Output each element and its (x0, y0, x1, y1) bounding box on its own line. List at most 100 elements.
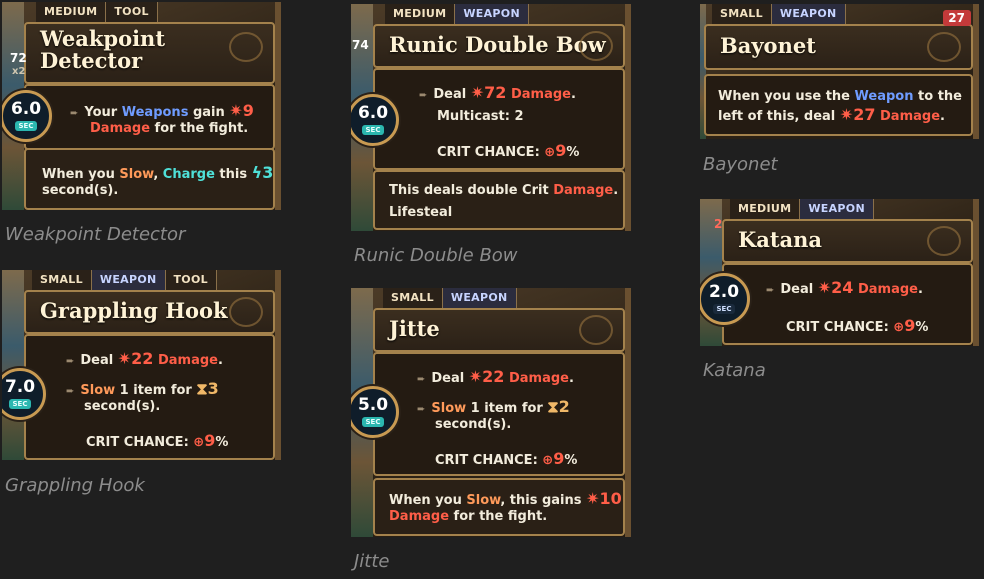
card-edge-art (625, 4, 631, 231)
damage-burst-icon: ✷ (468, 367, 483, 386)
ability-line: ➨ Your Weapons gain ✷9 (70, 101, 254, 120)
keyword-slow: Slow (80, 383, 116, 398)
side-multiplier: x2 (12, 66, 26, 77)
cooldown-value: 6.0 (10, 99, 42, 119)
ability-box: ➨ Deal ✷22 Damage. ➨ Slow 1 item for ⧗3 se… (24, 334, 275, 460)
ability-line: ➨ Slow 1 item for ⧗2 (417, 397, 570, 416)
cooldown-value: 7.0 (4, 377, 36, 397)
card-edge-art (275, 270, 281, 460)
card-weakpoint-detector[interactable]: 72 x2 MEDIUM TOOL Weakpoint Detector 6.0… (2, 2, 281, 210)
keyword-slow: Slow (431, 401, 467, 416)
card-edge-art (973, 199, 979, 346)
card-katana[interactable]: 2 MEDIUM WEAPON Katana 2.0 SEC ➨ Deal ✷24… (700, 199, 979, 346)
crit-target-icon: ⊕ (893, 320, 905, 335)
ability-box: ➨ Deal ✷22 Damage. ➨ Slow 1 item for ⧗2 se… (373, 352, 625, 476)
keyword-damage: Damage (857, 282, 918, 297)
crit-chance: CRIT CHANCE: ⊕9% (437, 141, 580, 160)
title-box: Katana (722, 219, 973, 263)
charge-value: 3 (262, 163, 274, 182)
arrow-bullet-icon: ➨ (66, 386, 75, 397)
card-edge-art (973, 4, 979, 139)
footer-line: When you Slow, this gains ✷10 (389, 489, 622, 508)
keyword-damage: Damage (508, 371, 569, 386)
keyword-slow: Slow (119, 167, 154, 182)
slow-hourglass-icon: ⧗ (547, 397, 559, 416)
ability-box: ➨ Deal ✷72 Damage. Multicast: 2 CRIT CHAN… (373, 68, 625, 170)
ability-line: left of this, deal ✷27 Damage. (718, 105, 945, 124)
tag-size: SMALL (32, 270, 92, 290)
caption-grappling: Grappling Hook (5, 475, 145, 496)
crit-chance: CRIT CHANCE: ⊕9% (786, 316, 929, 335)
tag-list: MEDIUM WEAPON (385, 4, 529, 24)
arrow-bullet-icon: ➨ (66, 356, 75, 367)
damage-burst-icon: ✷ (586, 489, 600, 508)
ability-line: second(s). (84, 399, 161, 414)
card-jitte[interactable]: SMALL WEAPON Jitte 5.0 SEC ➨ Deal ✷22 Dam… (351, 288, 631, 537)
title-box: Jitte (373, 308, 625, 352)
tag-size: MEDIUM (36, 2, 107, 22)
tag-list: MEDIUM WEAPON (730, 199, 874, 219)
title-box: Bayonet (704, 24, 973, 70)
tag-type: TOOL (106, 2, 158, 22)
caption-runic: Runic Double Bow (354, 245, 518, 266)
card-title: Grappling Hook (40, 298, 228, 323)
title-box: Runic Double Bow (373, 24, 625, 68)
ability-box: ➨ Deal ✷24 Damage. CRIT CHANCE: ⊕9% (722, 263, 973, 345)
card-bayonet[interactable]: 27 SMALL WEAPON Bayonet When you use the… (700, 4, 979, 139)
tag-list: MEDIUM TOOL (36, 2, 158, 22)
crit-value: 9 (904, 316, 916, 335)
side-number: 72 (10, 51, 27, 65)
card-grappling-hook[interactable]: SMALL WEAPON TOOL Grappling Hook 7.0 SEC… (2, 270, 281, 460)
card-title-line: Weakpoint (40, 26, 166, 51)
footer-line: Lifesteal (389, 205, 453, 220)
footer-line: Damage for the fight. (389, 509, 548, 524)
multicast-line: Multicast: 2 (437, 109, 524, 124)
footer-line: second(s). (42, 183, 119, 198)
tag-type: WEAPON (91, 270, 166, 290)
footer-box: When you Slow, this gains ✷10 Damage for… (373, 478, 625, 536)
cooldown-value: 5.0 (357, 395, 389, 415)
keyword-damage: Damage (90, 121, 151, 136)
keyword-weapon: Weapon (854, 89, 914, 104)
damage-value: 24 (831, 278, 854, 297)
ability-box: When you use the Weapon to the left of t… (704, 74, 973, 136)
caption-bayonet: Bayonet (703, 154, 778, 175)
damage-value: 22 (482, 367, 505, 386)
slow-value: 2 (558, 397, 570, 416)
item-emblem-icon (927, 32, 961, 62)
side-number: 2 (714, 217, 723, 231)
card-title: Katana (738, 227, 823, 252)
card-runic-double-bow[interactable]: 74 MEDIUM WEAPON Runic Double Bow 6.0 SE… (351, 4, 631, 231)
item-emblem-icon (229, 32, 263, 62)
tag-type: WEAPON (800, 199, 874, 219)
tag-type: WEAPON (442, 288, 517, 308)
card-title: Weakpoint Detector (40, 28, 165, 72)
arrow-bullet-icon: ➨ (419, 90, 428, 101)
tag-size: SMALL (712, 4, 772, 24)
tag-type: WEAPON (455, 4, 529, 24)
card-edge-art (275, 2, 281, 210)
cooldown-unit: SEC (362, 417, 384, 427)
damage-value: 22 (131, 349, 154, 368)
tag-list: SMALL WEAPON (383, 288, 517, 308)
side-number: 74 (352, 38, 369, 52)
slow-hourglass-icon: ⧗ (196, 379, 208, 398)
tag-type: WEAPON (771, 4, 846, 24)
cooldown-timer: 2.0 SEC (700, 273, 750, 325)
arrow-bullet-icon: ➨ (417, 374, 426, 385)
damage-value: 10 (599, 489, 622, 508)
crit-chance: CRIT CHANCE: ⊕9% (86, 431, 229, 450)
arrow-bullet-icon: ➨ (417, 404, 426, 415)
crit-target-icon: ⊕ (544, 145, 556, 160)
ability-line: When you use the Weapon to the (718, 89, 962, 104)
crit-target-icon: ⊕ (542, 453, 554, 468)
slow-value: 3 (207, 379, 219, 398)
tag-size: MEDIUM (730, 199, 801, 219)
keyword-weapons: Weapons (121, 105, 189, 120)
tag-size: MEDIUM (385, 4, 456, 24)
card-edge-art (625, 288, 631, 537)
cooldown-unit: SEC (362, 125, 384, 135)
cooldown-value: 2.0 (708, 282, 740, 302)
damage-burst-icon: ✷ (839, 105, 854, 124)
item-emblem-icon (229, 297, 263, 327)
